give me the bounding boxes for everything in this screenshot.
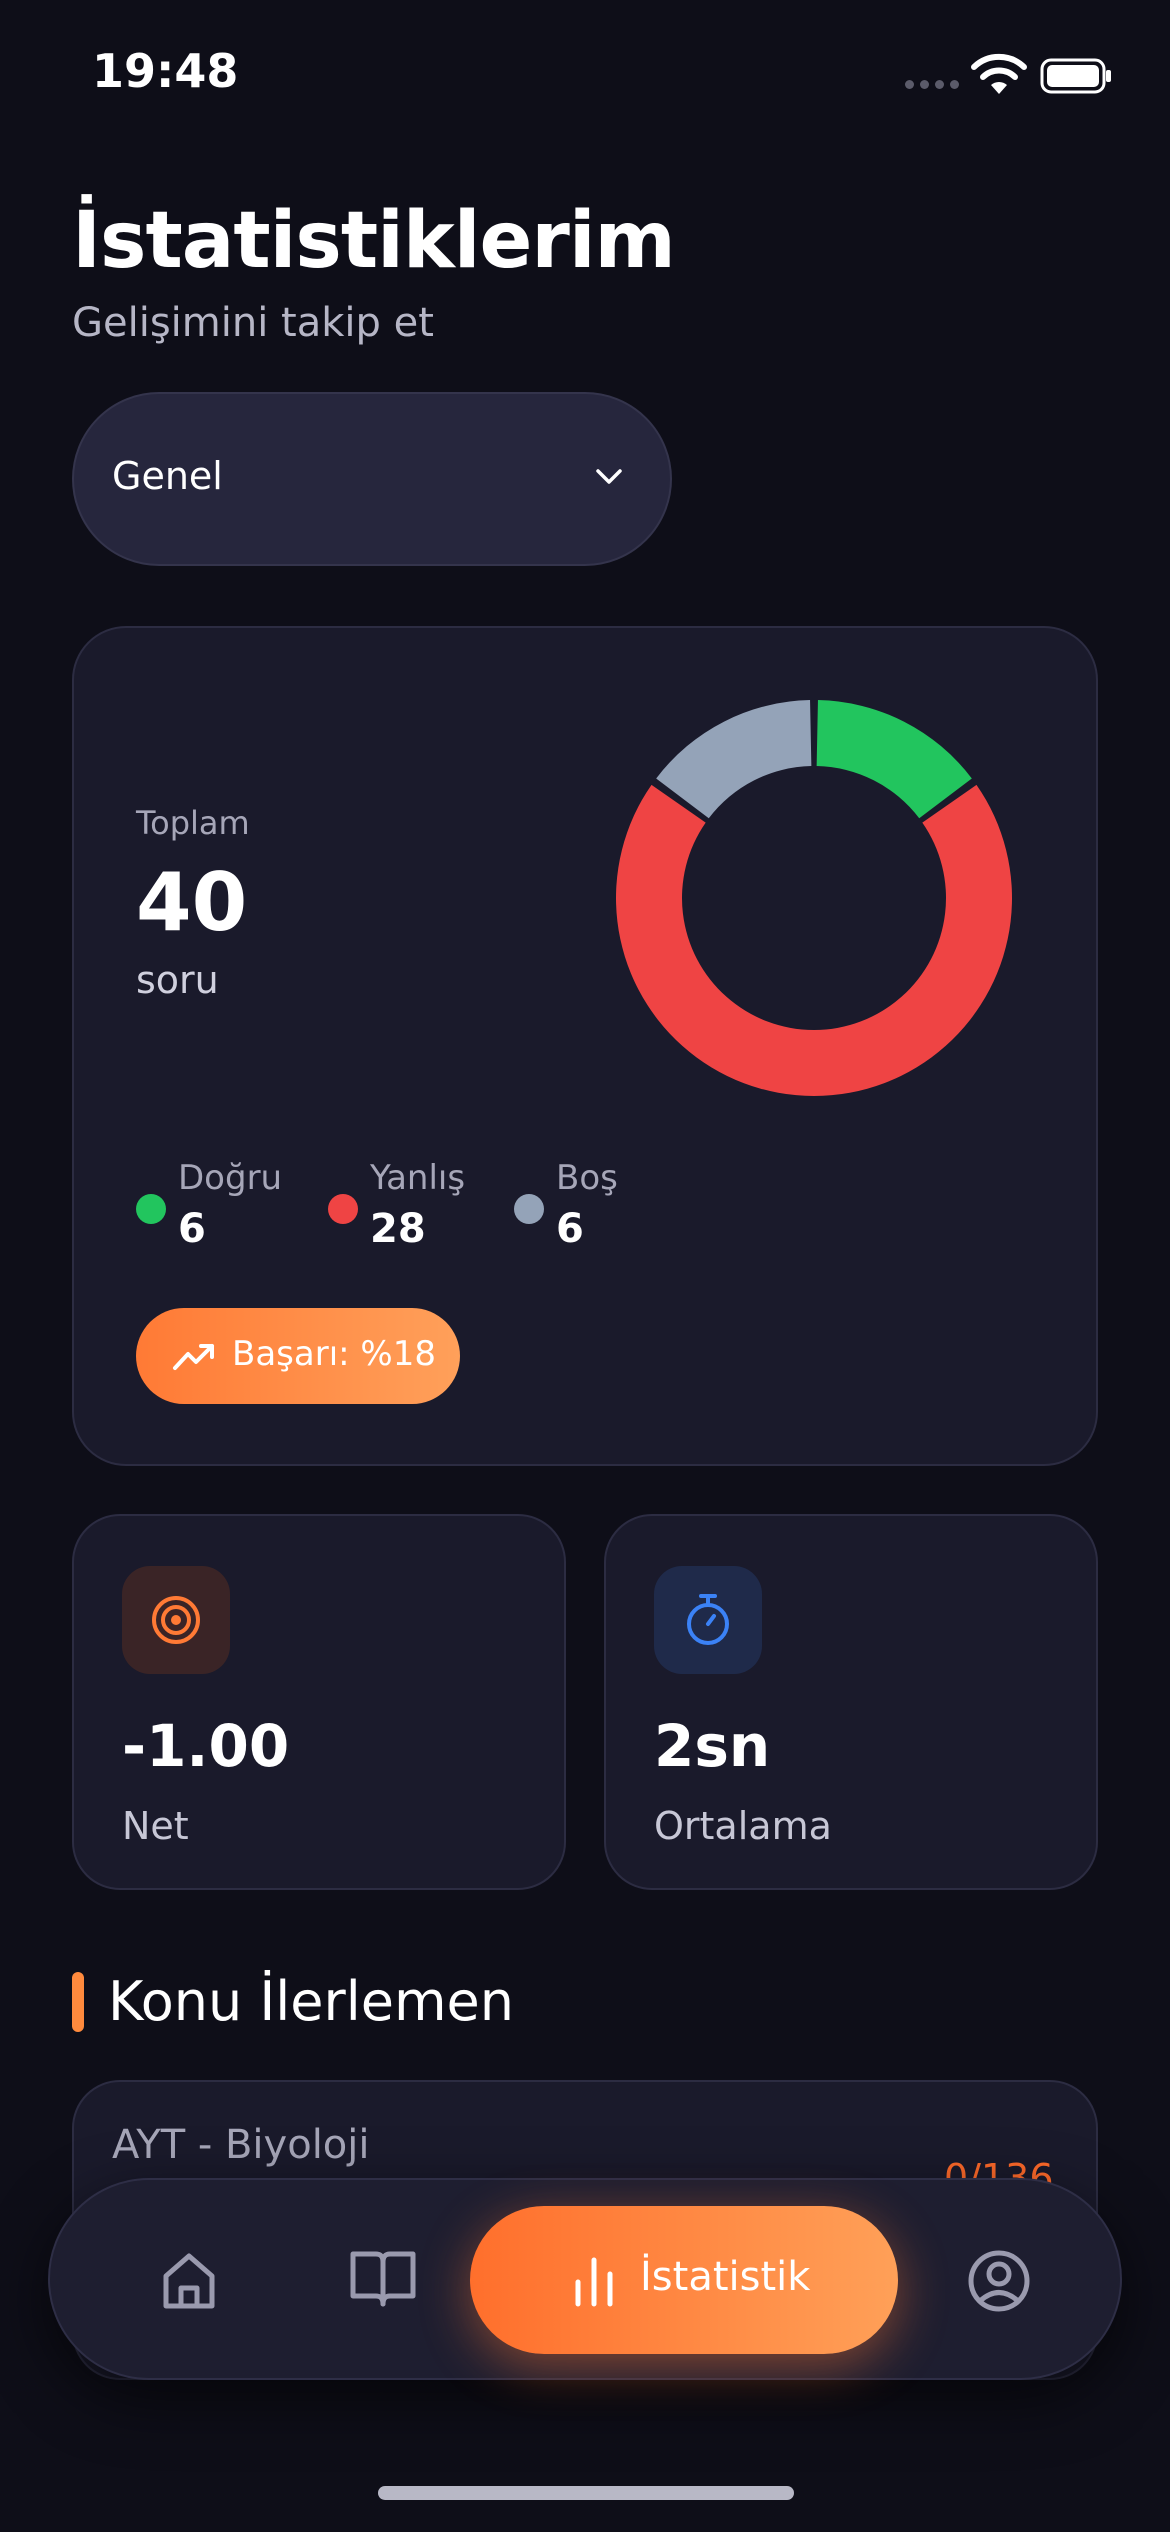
net-value: -1.00 xyxy=(122,1712,290,1780)
trending-up-icon xyxy=(173,1344,214,1370)
topic-name: AYT - Biyoloji xyxy=(112,2122,370,2168)
tab-bar: İstatistik xyxy=(48,2178,1122,2380)
book-icon[interactable] xyxy=(338,2232,428,2322)
net-stat-card[interactable]: -1.00 Net xyxy=(72,1514,566,1890)
legend-empty-dot xyxy=(514,1194,544,1224)
page-title: İstatistiklerim xyxy=(72,196,676,286)
tab-statistics-label: İstatistik xyxy=(640,2254,811,2300)
filter-dropdown[interactable]: Genel xyxy=(72,392,672,566)
legend-empty-value: 6 xyxy=(556,1206,584,1252)
page-subtitle: Gelişimini takip et xyxy=(72,300,434,346)
success-badge: Başarı: %18 xyxy=(136,1308,460,1404)
home-icon[interactable] xyxy=(144,2236,234,2326)
chevron-down-icon xyxy=(596,469,622,484)
donut-slice-3 xyxy=(656,700,812,819)
home-indicator xyxy=(378,2486,794,2500)
total-label: Toplam xyxy=(136,804,250,842)
profile-icon[interactable] xyxy=(954,2236,1044,2326)
legend-wrong-value: 28 xyxy=(370,1206,426,1252)
tab-statistics[interactable]: İstatistik xyxy=(470,2206,898,2354)
battery-icon xyxy=(1040,58,1111,94)
net-label: Net xyxy=(122,1804,189,1848)
total-value: 40 xyxy=(136,856,248,949)
section-accent-bar xyxy=(72,1972,84,2032)
cellular-signal-icon xyxy=(905,80,961,92)
net-icon-box xyxy=(122,1566,230,1674)
total-unit: soru xyxy=(136,958,219,1002)
stopwatch-icon xyxy=(687,1594,729,1645)
average-icon-box xyxy=(654,1566,762,1674)
wifi-icon xyxy=(971,53,1027,94)
legend-correct-label: Doğru xyxy=(178,1158,283,1198)
legend-correct-dot xyxy=(136,1194,166,1224)
status-time: 19:48 xyxy=(92,44,239,98)
donut-chart xyxy=(616,700,1012,1096)
filter-selected-label: Genel xyxy=(112,454,223,498)
average-value: 2sn xyxy=(654,1712,771,1780)
target-icon xyxy=(152,1596,200,1644)
section-title: Konu İlerlemen xyxy=(108,1970,515,2033)
legend-correct-value: 6 xyxy=(178,1206,206,1252)
average-label: Ortalama xyxy=(654,1804,832,1848)
legend-empty-label: Boş xyxy=(556,1158,618,1198)
summary-card: Toplam 40 soru Doğru 6 Yanlış 28 Boş 6 B… xyxy=(72,626,1098,1466)
bar-chart-icon xyxy=(575,2257,613,2307)
average-stat-card[interactable]: 2sn Ortalama xyxy=(604,1514,1098,1890)
legend-wrong-label: Yanlış xyxy=(370,1158,466,1198)
donut-slice-2 xyxy=(616,784,1012,1096)
success-rate-label: Başarı: %18 xyxy=(232,1334,436,1374)
legend-wrong-dot xyxy=(328,1194,358,1224)
donut-slice-1 xyxy=(816,700,972,819)
